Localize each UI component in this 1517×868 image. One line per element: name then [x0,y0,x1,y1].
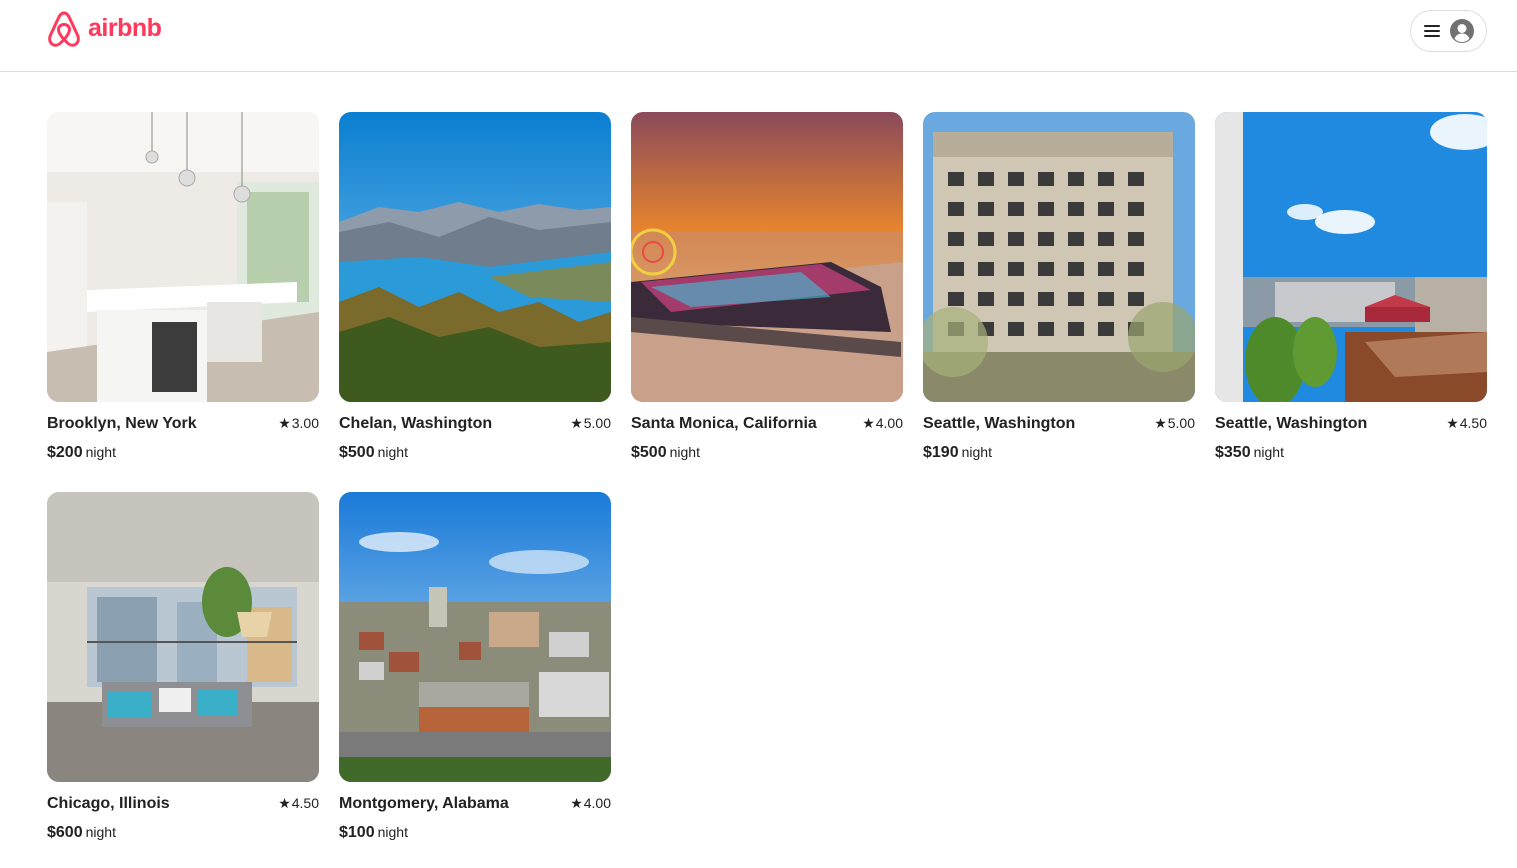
brand-name: airbnb [88,13,162,42]
listing-card[interactable]: Brooklyn, New York ★3.00 $200 night [47,112,319,464]
listing-photo-kitchen[interactable] [47,112,319,402]
listing-photo-pier[interactable] [631,112,903,402]
listing-card[interactable]: Santa Monica, California ★4.00 $500 night [631,112,903,464]
star-icon: ★ [570,795,583,811]
price-unit: night [377,444,408,460]
listing-rating: ★3.00 [278,415,319,431]
listing-price: $190 [923,444,959,461]
listing-price: $600 [47,824,83,841]
user-avatar-icon [1449,19,1474,43]
airbnb-logo-icon [48,11,80,47]
price-unit: night [85,444,116,460]
listing-card[interactable]: Seattle, Washington ★4.50 $350 night [1215,112,1487,464]
price-unit: night [1253,444,1284,460]
listing-rating: ★4.00 [570,795,611,811]
top-header: airbnb [0,0,1517,72]
price-unit: night [669,444,700,460]
star-icon: ★ [1446,415,1459,431]
listing-rating: ★4.50 [278,795,319,811]
listing-price: $100 [339,824,375,841]
listing-photo-lake[interactable] [339,112,611,402]
listing-card[interactable]: Seattle, Washington ★5.00 $190 night [923,112,1195,464]
listing-photo-building[interactable] [923,112,1195,402]
listing-rating: ★5.00 [570,415,611,431]
listing-price: $200 [47,444,83,461]
listing-photo-rooftop[interactable] [1215,112,1487,402]
price-unit: night [85,824,116,840]
listings-grid: Brooklyn, New York ★3.00 $200 night Chela… [47,112,1487,844]
price-unit: night [961,444,992,460]
star-icon: ★ [862,415,875,431]
listing-rating: ★5.00 [1154,415,1195,431]
listing-rating: ★4.50 [1446,415,1487,431]
listing-card[interactable]: Montgomery, Alabama ★4.00 $100 night [339,492,611,844]
listing-card[interactable]: Chelan, Washington ★5.00 $500 night [339,112,611,464]
star-icon: ★ [1154,415,1167,431]
star-icon: ★ [570,415,583,431]
star-icon: ★ [278,415,291,431]
listing-photo-city-aerial[interactable] [339,492,611,782]
listing-photo-living-room[interactable] [47,492,319,782]
user-menu-button[interactable] [1410,10,1487,52]
listing-rating: ★4.00 [862,415,903,431]
listing-card[interactable]: Chicago, Illinois ★4.50 $600 night [47,492,319,844]
listing-price: $500 [339,444,375,461]
airbnb-logo[interactable]: airbnb [46,10,162,48]
hamburger-icon [1423,25,1440,37]
star-icon: ★ [278,795,291,811]
listing-price: $350 [1215,444,1251,461]
price-unit: night [377,824,408,840]
listing-price: $500 [631,444,667,461]
